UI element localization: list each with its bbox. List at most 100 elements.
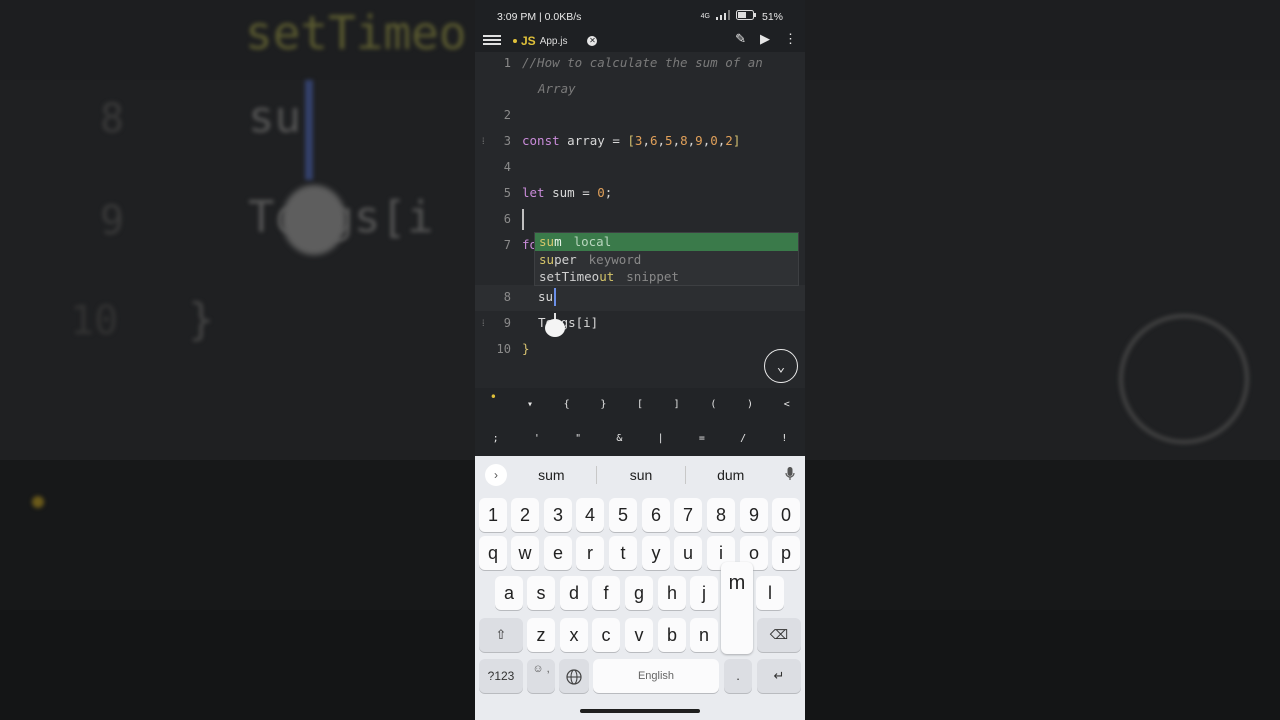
key-m-pressed-popup[interactable]: m (721, 562, 753, 654)
key-w[interactable]: w (511, 536, 539, 570)
line-number: 6 (503, 212, 511, 226)
key-5[interactable]: 5 (609, 498, 637, 532)
key-t[interactable]: t (609, 536, 637, 570)
battery-level: 51% (761, 10, 783, 23)
soft-keyboard: › sum sun dum 1 2 3 4 5 6 7 8 9 0 q w e (475, 456, 805, 720)
key-x[interactable]: x (560, 618, 588, 652)
key-u[interactable]: u (674, 536, 702, 570)
key-q[interactable]: q (479, 536, 507, 570)
key-s[interactable]: s (527, 576, 555, 610)
key-8[interactable]: 8 (707, 498, 735, 532)
run-icon[interactable]: ▶ (760, 31, 770, 47)
suggestion[interactable]: sun (597, 467, 686, 483)
chevron-right-icon[interactable]: › (485, 464, 507, 486)
key-7[interactable]: 7 (674, 498, 702, 532)
symbol-key[interactable]: } (585, 388, 622, 422)
key-4[interactable]: 4 (576, 498, 604, 532)
key-1[interactable]: 1 (479, 498, 507, 532)
symbol-key[interactable]: { (548, 388, 585, 422)
key-y[interactable]: y (642, 536, 670, 570)
code-line: } (522, 341, 530, 356)
globe-icon (566, 668, 582, 685)
symbol-key[interactable]: ' (516, 422, 557, 456)
gesture-nav-bar[interactable] (580, 709, 700, 713)
backspace-key[interactable]: ⌫ (757, 618, 801, 652)
key-f[interactable]: f (592, 576, 620, 610)
code-line-3: const array = [3,6,5,8,9,0,2] (522, 133, 741, 148)
key-e[interactable]: e (544, 536, 572, 570)
key-2[interactable]: 2 (511, 498, 539, 532)
key-b[interactable]: b (658, 618, 686, 652)
code-editor[interactable]: 1 //How to calculate the sum of an Array… (475, 52, 805, 388)
tab-label: App.js (539, 35, 568, 47)
close-tab-icon[interactable]: ✕ (587, 36, 598, 46)
suggestion[interactable]: dum (686, 467, 775, 483)
cursor-drag-handle[interactable] (545, 313, 565, 337)
key-0[interactable]: 0 (772, 498, 800, 532)
backspace-icon: ⌫ (769, 627, 789, 642)
emoji-comma-key[interactable]: ☺ , (527, 659, 555, 693)
key-6[interactable]: 6 (642, 498, 670, 532)
suggestion[interactable]: sum (507, 467, 596, 483)
scroll-down-button[interactable]: ⌄ (764, 349, 798, 383)
line-number: 2 (503, 108, 511, 122)
symbol-key[interactable]: = (681, 422, 722, 456)
space-bar[interactable]: English (593, 659, 719, 693)
edit-pencil-icon[interactable]: ✎ (735, 31, 746, 47)
symbol-key[interactable]: ▾ (512, 388, 549, 422)
battery-icon (735, 10, 756, 23)
key-z[interactable]: z (527, 618, 555, 652)
tab-app-js[interactable]: JS App.js ✕ (513, 32, 598, 50)
js-file-icon: JS (521, 34, 536, 48)
line-number: 8 (503, 290, 511, 304)
key-c[interactable]: c (592, 618, 620, 652)
symbol-key[interactable]: / (723, 422, 764, 456)
bg-line-number: 9 (100, 198, 125, 244)
bg-code-top: setTimeo (245, 6, 467, 60)
key-n[interactable]: n (690, 618, 718, 652)
line-number: 9 (503, 316, 511, 330)
symbols-key[interactable]: ?123 (479, 659, 523, 693)
symbol-key[interactable]: | (640, 422, 681, 456)
symbol-key[interactable]: ! (764, 422, 805, 456)
key-r[interactable]: r (576, 536, 604, 570)
key-9[interactable]: 9 (740, 498, 768, 532)
status-bar: 3:09 PM | 0.0KB/s 4G 51% (475, 0, 805, 30)
autocomplete-item[interactable]: setTimeout snippet (535, 268, 798, 286)
shift-key[interactable]: ⇧ (479, 618, 523, 652)
autocomplete-item[interactable]: super keyword (535, 251, 798, 269)
microphone-icon[interactable] (775, 466, 805, 484)
code-line: //How to calculate the sum of an (522, 55, 763, 70)
menu-icon[interactable] (483, 33, 501, 49)
text-cursor (522, 209, 524, 230)
key-v[interactable]: v (625, 618, 653, 652)
autocomplete-item[interactable]: sum local (535, 233, 798, 251)
key-j[interactable]: j (690, 576, 718, 610)
key-g[interactable]: g (625, 576, 653, 610)
symbol-key[interactable]: ] (658, 388, 695, 422)
suggestion-strip: › sum sun dum (475, 456, 805, 494)
bg-fab (1119, 314, 1249, 444)
enter-key[interactable]: ↵ (757, 659, 801, 693)
language-key[interactable] (559, 659, 589, 693)
symbol-key[interactable]: & (599, 422, 640, 456)
symbol-key[interactable]: ) (732, 388, 769, 422)
symbol-key[interactable]: • (475, 388, 512, 422)
key-h[interactable]: h (658, 576, 686, 610)
key-p[interactable]: p (772, 536, 800, 570)
symbol-key[interactable]: [ (622, 388, 659, 422)
key-d[interactable]: d (560, 576, 588, 610)
symbol-key[interactable]: ; (475, 422, 516, 456)
symbol-key[interactable]: < (768, 388, 805, 422)
key-3[interactable]: 3 (544, 498, 572, 532)
key-l[interactable]: l (756, 576, 784, 610)
period-key[interactable]: . (724, 659, 752, 693)
key-a[interactable]: a (495, 576, 523, 610)
symbol-key[interactable]: " (558, 422, 599, 456)
more-options-icon[interactable]: ⋮ (784, 31, 797, 47)
bg-code: su (248, 92, 301, 143)
network-label: 4G (700, 13, 710, 20)
letter-row-2: a s d f g h j l (475, 576, 805, 616)
symbol-toolbar: • ▾ { } [ ] ( ) < ; ' " & | = / ! (475, 388, 805, 456)
symbol-key[interactable]: ( (695, 388, 732, 422)
